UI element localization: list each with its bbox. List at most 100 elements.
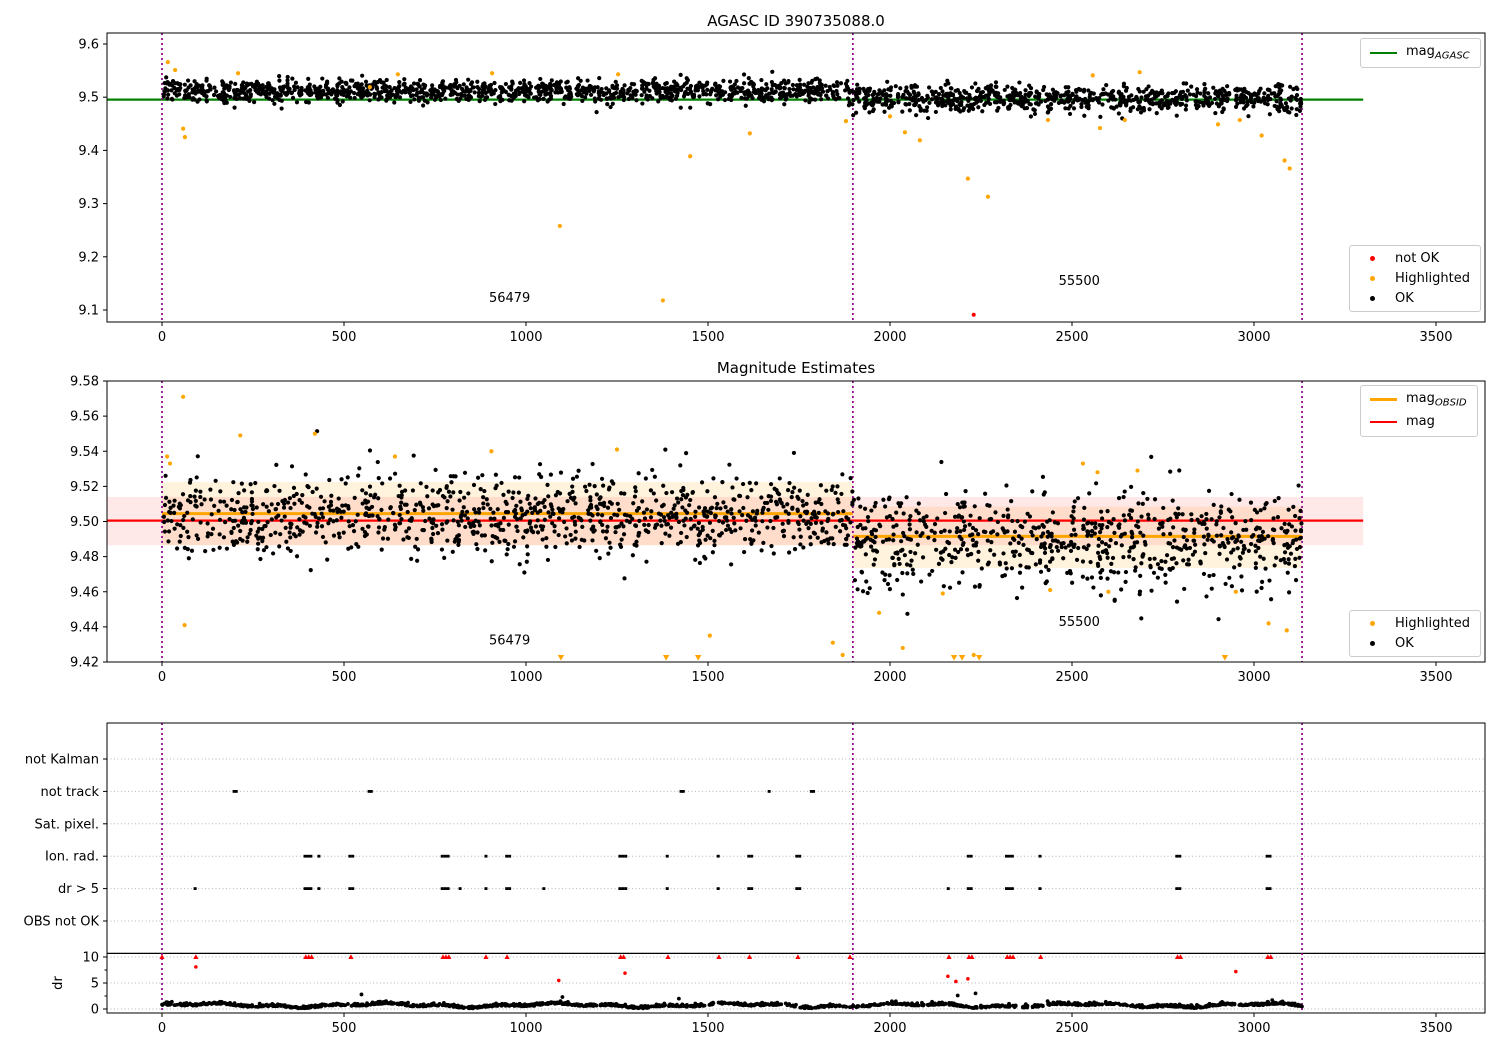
data-point bbox=[864, 579, 869, 584]
data-point bbox=[451, 490, 456, 495]
data-point bbox=[320, 89, 325, 94]
data-point bbox=[1086, 88, 1091, 93]
data-point bbox=[1234, 93, 1239, 98]
data-point bbox=[1023, 88, 1028, 93]
data-point bbox=[375, 514, 380, 519]
data-point bbox=[921, 515, 926, 520]
data-point bbox=[592, 483, 597, 489]
data-point bbox=[277, 97, 282, 103]
data-point bbox=[411, 453, 416, 458]
flag-point bbox=[966, 887, 970, 890]
data-point bbox=[806, 526, 811, 531]
data-point bbox=[205, 521, 210, 526]
data-point bbox=[182, 95, 187, 101]
data-point bbox=[805, 492, 810, 497]
data-point bbox=[542, 504, 547, 510]
data-point bbox=[941, 93, 946, 98]
data-point bbox=[167, 461, 173, 466]
data-point bbox=[462, 495, 467, 500]
data-point bbox=[642, 522, 647, 528]
data-point bbox=[567, 91, 573, 97]
data-point bbox=[503, 538, 508, 543]
data-point bbox=[225, 85, 230, 90]
data-point bbox=[1240, 98, 1245, 104]
data-point bbox=[517, 475, 522, 480]
data-point bbox=[288, 521, 293, 526]
data-point bbox=[683, 516, 688, 521]
data-point bbox=[1029, 550, 1034, 555]
data-point bbox=[1001, 528, 1006, 533]
data-point bbox=[402, 77, 407, 82]
flags-scatter-group bbox=[159, 790, 1304, 1011]
data-point bbox=[493, 535, 498, 540]
data-point bbox=[475, 475, 481, 480]
data-point bbox=[957, 534, 962, 539]
data-point bbox=[519, 508, 524, 513]
data-point bbox=[1259, 579, 1265, 584]
x-tick-label: 2500 bbox=[1055, 670, 1088, 685]
y-tick-label: 9.58 bbox=[70, 375, 99, 390]
data-point bbox=[869, 508, 874, 513]
data-point bbox=[1156, 526, 1161, 531]
data-point bbox=[651, 491, 656, 496]
data-point bbox=[614, 447, 620, 452]
data-point bbox=[231, 480, 236, 485]
data-point bbox=[208, 497, 214, 502]
data-point bbox=[1004, 566, 1009, 571]
data-point bbox=[1072, 499, 1077, 504]
data-point bbox=[364, 532, 369, 537]
data-point bbox=[267, 91, 272, 96]
data-point bbox=[759, 86, 764, 91]
flag-point bbox=[458, 887, 462, 890]
data-point bbox=[855, 524, 860, 530]
data-point bbox=[930, 568, 935, 574]
data-point bbox=[888, 93, 893, 98]
data-point bbox=[1253, 561, 1258, 566]
data-point bbox=[642, 516, 648, 521]
data-point bbox=[732, 82, 737, 87]
data-point bbox=[1172, 538, 1177, 543]
data-point bbox=[181, 525, 186, 530]
data-point bbox=[316, 516, 322, 521]
data-point bbox=[563, 94, 568, 99]
data-point bbox=[980, 89, 985, 95]
data-point bbox=[177, 539, 182, 544]
data-point bbox=[161, 514, 167, 519]
data-point bbox=[813, 520, 819, 525]
data-point bbox=[663, 531, 668, 536]
flag-point bbox=[1038, 854, 1042, 858]
data-point bbox=[350, 78, 355, 83]
data-point bbox=[1221, 96, 1226, 101]
data-point bbox=[379, 507, 384, 512]
data-point bbox=[843, 119, 849, 124]
data-point bbox=[193, 488, 198, 493]
data-point bbox=[985, 562, 990, 567]
data-point bbox=[899, 539, 904, 544]
data-point bbox=[943, 491, 949, 497]
data-point bbox=[857, 99, 862, 104]
data-point bbox=[920, 531, 925, 536]
data-point bbox=[1152, 497, 1158, 502]
data-point bbox=[1109, 521, 1114, 526]
y-tick-label: 9.42 bbox=[70, 656, 99, 671]
data-point bbox=[1211, 502, 1216, 507]
data-point bbox=[1179, 96, 1185, 102]
data-point bbox=[963, 489, 968, 494]
data-point bbox=[913, 551, 918, 556]
data-point bbox=[1113, 541, 1119, 546]
data-point bbox=[437, 487, 443, 493]
data-point bbox=[1041, 524, 1046, 529]
data-point bbox=[260, 535, 266, 540]
data-point bbox=[752, 87, 757, 92]
data-point bbox=[605, 505, 611, 510]
data-point bbox=[828, 536, 833, 541]
data-point bbox=[399, 489, 405, 494]
data-point bbox=[812, 531, 818, 536]
data-point bbox=[623, 971, 627, 975]
flag-point bbox=[681, 790, 685, 793]
data-point bbox=[1071, 106, 1077, 111]
data-point bbox=[1146, 93, 1151, 98]
data-point bbox=[1254, 589, 1259, 594]
data-point bbox=[414, 502, 419, 507]
data-point bbox=[1278, 558, 1283, 563]
